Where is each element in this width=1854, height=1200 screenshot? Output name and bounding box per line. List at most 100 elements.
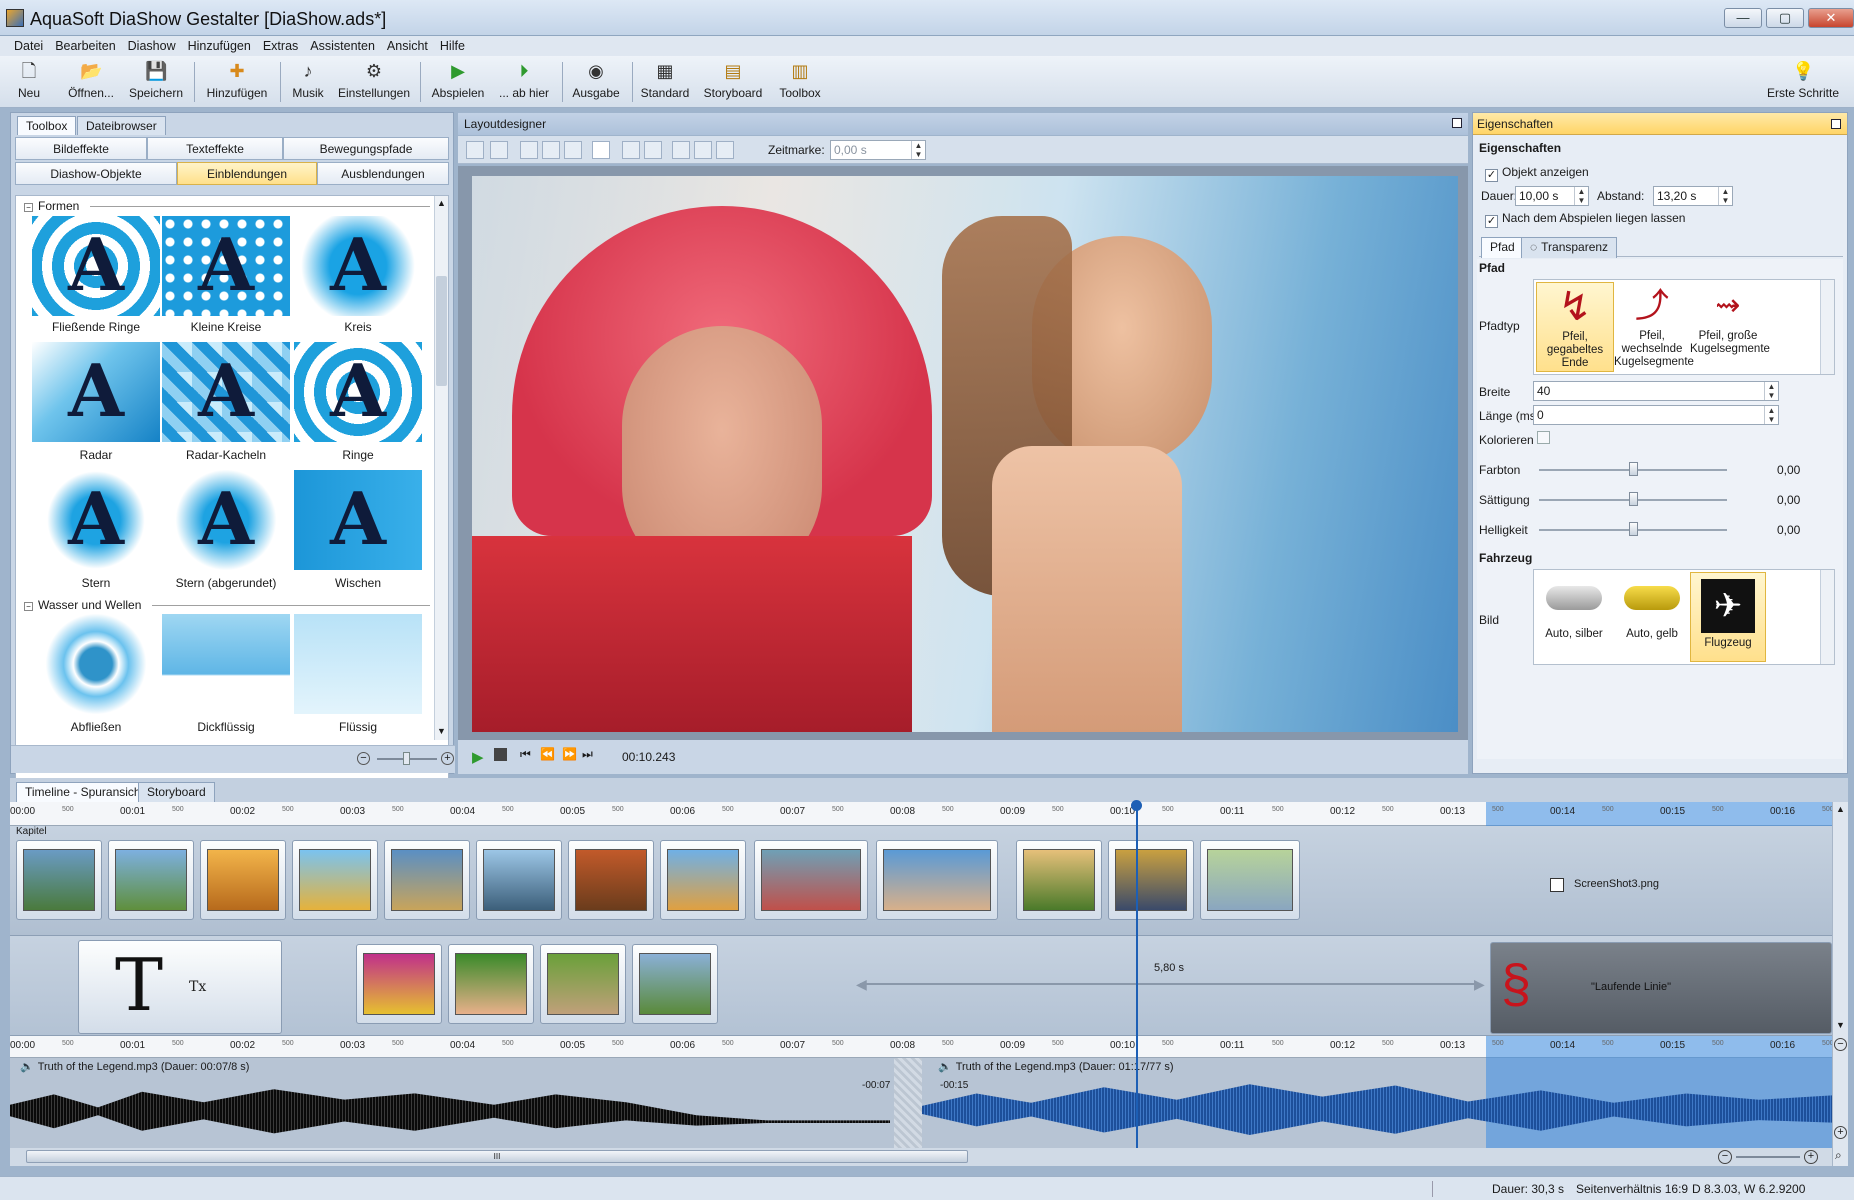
maximize-panel-icon[interactable] (1452, 118, 1462, 128)
spin-arrows-icon[interactable]: ▲ ▼ (1574, 187, 1588, 205)
duration-input[interactable]: 10,00 s ▲ ▼ (1515, 186, 1589, 206)
image-clip[interactable] (876, 840, 998, 920)
subtab-ausblendungen[interactable]: Ausblendungen (317, 162, 449, 185)
timeline-hscrollbar[interactable]: III − + (10, 1148, 1832, 1166)
hscroll-thumb[interactable]: III (26, 1150, 968, 1163)
vehicle-car-yellow[interactable]: Auto, gelb (1614, 572, 1690, 662)
menu-diashow[interactable]: Diashow (122, 36, 182, 56)
kolorieren-checkbox[interactable] (1537, 431, 1550, 444)
music-button[interactable]: ♪ Musik (288, 58, 328, 106)
arrange-icon[interactable] (716, 141, 734, 159)
menu-bearbeiten[interactable]: Bearbeiten (49, 36, 121, 56)
timeline-ruler[interactable]: 00:00 500 00:01 500 00:02 500 00:03 500 00:04 500… (10, 802, 1834, 826)
zoom-out-icon[interactable]: − (357, 752, 370, 765)
scroll-down-icon[interactable]: ▼ (1836, 1020, 1845, 1030)
menu-extras[interactable]: Extras (257, 36, 304, 56)
audio-clip-1-label[interactable]: 🔈 Truth of the Legend.mp3 (Dauer: 00:07/8… (20, 1060, 249, 1073)
image-clip[interactable] (754, 840, 868, 920)
show-object-checkbox[interactable]: ✓ Objekt anzeigen (1485, 165, 1589, 182)
tab-transparenz[interactable]: ◌ Transparenz (1521, 237, 1618, 258)
image-clip[interactable] (384, 840, 470, 920)
tab-dateibrowser[interactable]: Dateibrowser (77, 116, 166, 135)
pfadtyp-scrollbar[interactable] (1820, 280, 1834, 374)
menu-hinzufuegen[interactable]: Hinzufügen (182, 36, 257, 56)
spin-arrows-icon[interactable]: ▲ ▼ (1764, 406, 1778, 424)
effect-fliessende-ringe[interactable]: A (32, 216, 160, 316)
image-clip[interactable] (16, 840, 102, 920)
vehicle-scrollbar[interactable] (1820, 570, 1834, 664)
play-from-here-button[interactable]: ⏵... ab hier (494, 58, 554, 106)
text-clip[interactable]: T Tx (78, 940, 282, 1034)
scroll-up-icon[interactable]: ▲ (437, 198, 446, 208)
skip-start-icon[interactable]: ⏮ (520, 747, 531, 762)
effect-fluessig[interactable] (294, 614, 422, 714)
vehicle-car-silver[interactable]: Auto, silber (1536, 572, 1612, 662)
save-button[interactable]: 💾 Speichern (128, 58, 184, 106)
select-all-icon[interactable] (490, 141, 508, 159)
first-steps-button[interactable]: 💡 Erste Schritte (1764, 58, 1842, 106)
output-button[interactable]: ◉ Ausgabe (568, 58, 624, 106)
saettigung-knob[interactable] (1629, 492, 1638, 506)
effect-dickfluessig[interactable] (162, 614, 290, 714)
zoom-out-icon[interactable] (542, 141, 560, 159)
running-line-clip[interactable]: § "Laufende Linie" (1490, 942, 1832, 1034)
effect-ringe[interactable]: A (294, 342, 422, 442)
play-icon[interactable]: ▶ (472, 748, 484, 766)
menu-datei[interactable]: Datei (8, 36, 49, 56)
group-wasser-und-wellen[interactable]: − Wasser und Wellen (24, 598, 141, 612)
magnifier-icon[interactable]: ⌕ (1835, 1148, 1842, 1163)
image-clip[interactable] (448, 944, 534, 1024)
tab-pfad[interactable]: Pfad (1481, 237, 1524, 258)
effect-wischen[interactable]: A (294, 470, 422, 570)
image-clip[interactable] (292, 840, 378, 920)
next-icon[interactable]: ⏩ (562, 747, 577, 761)
preview-image[interactable] (472, 176, 1458, 732)
maximize-button[interactable]: ▢ (1766, 8, 1804, 28)
timeline-vscrollbar[interactable]: ▲ ▼ − + ⌕ (1832, 802, 1848, 1166)
laenge-input[interactable]: 0 ▲ ▼ (1533, 405, 1779, 425)
subtab-bewegungspfade[interactable]: Bewegungspfade (283, 137, 449, 160)
image-clip[interactable] (200, 840, 286, 920)
image-clip[interactable] (356, 944, 442, 1024)
close-button[interactable]: ✕ (1808, 8, 1854, 28)
effect-radar[interactable]: A (32, 342, 160, 442)
prev-icon[interactable]: ⏪ (540, 747, 555, 761)
spin-arrows-icon[interactable]: ▲ ▼ (1718, 187, 1732, 205)
path-arrow-changing-segments[interactable]: ⤴ Pfeil, wechselnde Kugelsegmente (1614, 282, 1694, 372)
scroll-down-icon[interactable]: ▼ (437, 726, 446, 736)
vehicle-airplane[interactable]: ✈ Flugzeug (1690, 572, 1766, 662)
menu-assistenten[interactable]: Assistenten (304, 36, 381, 56)
track-zoom-in-icon[interactable]: + (1834, 1126, 1847, 1139)
audio-ruler[interactable]: 00:00 500 00:01 500 00:02 500 00:03 500 00:04 500… (10, 1036, 1834, 1058)
group-formen[interactable]: − Formen (24, 199, 79, 213)
snap-icon[interactable] (622, 141, 640, 159)
timeline-zoom-in-icon[interactable]: + (1804, 1150, 1818, 1164)
playhead-handle[interactable] (1131, 800, 1142, 811)
menu-ansicht[interactable]: Ansicht (381, 36, 434, 56)
scroll-thumb[interactable] (436, 276, 447, 386)
zeitmarke-input[interactable]: 0,00 s ▲ ▼ (830, 140, 926, 160)
image-clip[interactable] (1108, 840, 1194, 920)
track-zoom-out-icon[interactable]: − (1834, 1038, 1847, 1051)
subtab-bildeffekte[interactable]: Bildeffekte (15, 137, 147, 160)
play-button[interactable]: ▶ Abspielen (430, 58, 486, 106)
image-clip[interactable] (632, 944, 718, 1024)
select-tool-icon[interactable] (466, 141, 484, 159)
effect-abfliessen[interactable] (32, 614, 160, 714)
effect-kreis[interactable]: A (294, 216, 422, 316)
image-clip[interactable] (108, 840, 194, 920)
add-button[interactable]: ✚ Hinzufügen (204, 58, 270, 106)
move-icon[interactable] (644, 141, 662, 159)
subtab-diashow-objekte[interactable]: Diashow-Objekte (15, 162, 177, 185)
image-clip[interactable] (1200, 840, 1300, 920)
storyboard-view-button[interactable]: ▤ Storyboard (700, 58, 766, 106)
skip-end-icon[interactable]: ⏭ (582, 747, 593, 762)
effect-kleine-kreise[interactable]: A (162, 216, 290, 316)
standard-view-button[interactable]: ▦ Standard (638, 58, 692, 106)
distance-input[interactable]: 13,20 s ▲ ▼ (1653, 186, 1733, 206)
distribute-icon[interactable] (694, 141, 712, 159)
tab-toolbox[interactable]: Toolbox (17, 116, 77, 135)
helligkeit-knob[interactable] (1629, 522, 1638, 536)
effect-radar-kacheln[interactable]: A (162, 342, 290, 442)
path-arrow-forked[interactable]: ↯ Pfeil, gegabeltes Ende (1536, 282, 1614, 372)
